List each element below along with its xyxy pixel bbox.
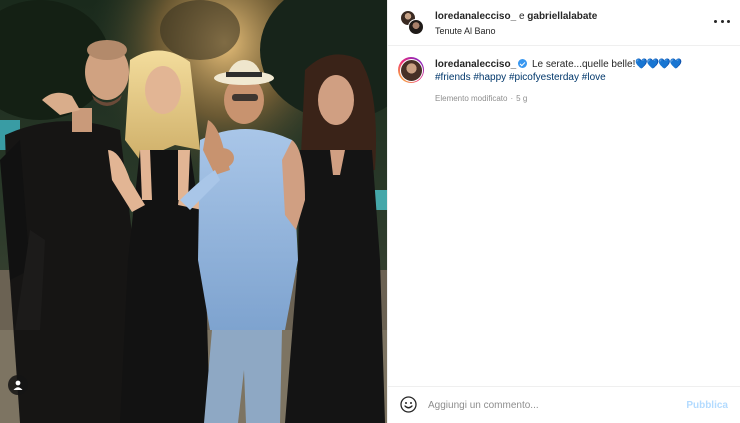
more-horizontal-icon <box>714 19 717 23</box>
post-photo[interactable] <box>0 0 387 423</box>
photo-illustration <box>0 0 387 423</box>
caption-hearts: 💙💙💙💙 <box>635 59 682 70</box>
post-caption: loredanalecciso_ Le serate...quelle bell… <box>388 46 740 103</box>
collab-avatars[interactable] <box>400 10 424 36</box>
header-conjunction: e <box>518 11 525 22</box>
caption-meta: Elemento modificato · 5 g <box>435 94 726 103</box>
comment-bar: Pubblica <box>388 386 740 423</box>
more-options-button[interactable] <box>714 15 730 27</box>
avatar-user2[interactable] <box>408 19 424 35</box>
header-username-1[interactable]: loredanalecciso_ <box>435 11 516 22</box>
caption-avatar[interactable] <box>398 57 424 83</box>
comment-input[interactable] <box>428 396 678 414</box>
caption-text: loredanalecciso_ Le serate...quelle bell… <box>435 58 715 84</box>
caption-body: Le serate...quelle belle! <box>531 59 636 70</box>
meta-separator: · <box>510 94 514 103</box>
time-ago[interactable]: 5 g <box>516 94 527 103</box>
publish-button[interactable]: Pubblica <box>686 400 728 411</box>
verified-badge-icon <box>518 59 528 68</box>
hashtag-link[interactable]: #friends <box>435 72 471 83</box>
caption-username[interactable]: loredanalecciso_ <box>435 59 516 70</box>
emoji-smile-icon[interactable] <box>400 396 417 413</box>
user-tag-button[interactable] <box>8 375 28 395</box>
location-link[interactable]: Tenute Al Bano <box>435 26 496 36</box>
post-dialog: loredanalecciso_ e gabriellalabate Tenut… <box>0 0 740 423</box>
hashtag-link[interactable]: #love <box>582 72 606 83</box>
hashtag-link[interactable]: #happy <box>473 72 506 83</box>
edited-label: Elemento modificato <box>435 94 508 103</box>
header-username-2[interactable]: gabriellalabate <box>527 11 597 22</box>
user-tag-icon <box>13 380 23 390</box>
collab-usernames: loredanalecciso_ e gabriellalabate <box>435 11 597 22</box>
post-header: loredanalecciso_ e gabriellalabate Tenut… <box>388 0 740 46</box>
post-side-panel: loredanalecciso_ e gabriellalabate Tenut… <box>387 0 740 423</box>
hashtag-link[interactable]: #picofyesterday <box>509 72 579 83</box>
